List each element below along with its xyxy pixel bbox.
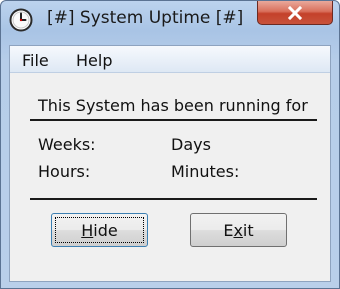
hide-button[interactable]: Hide xyxy=(51,213,148,247)
hours-label: Hours: xyxy=(38,162,91,181)
minutes-label: Minutes: xyxy=(171,162,240,181)
days-label: Days xyxy=(171,135,211,154)
divider-bottom xyxy=(30,198,317,200)
weeks-label: Weeks: xyxy=(38,135,96,154)
client-area: File Help This System has been running f… xyxy=(9,45,331,282)
title-bar[interactable]: [#] System Uptime [#] xyxy=(1,1,339,45)
close-button[interactable] xyxy=(257,1,333,25)
uptime-panel: This System has been running for Weeks: … xyxy=(10,73,330,281)
menu-bar: File Help xyxy=(10,46,330,73)
exit-label-rest: it xyxy=(242,220,254,240)
exit-button[interactable]: Exit xyxy=(190,213,287,247)
menu-file[interactable]: File xyxy=(22,51,49,70)
focus-ring xyxy=(55,217,144,243)
clock-icon[interactable] xyxy=(9,8,33,32)
exit-button-label: Exit xyxy=(223,221,253,240)
window-title: [#] System Uptime [#] xyxy=(47,8,244,28)
menu-help[interactable]: Help xyxy=(76,51,112,70)
exit-label-pre: E xyxy=(223,220,234,240)
divider-top xyxy=(30,119,317,121)
window-frame: [#] System Uptime [#] File Help This Sys… xyxy=(0,0,340,289)
close-icon xyxy=(287,5,303,20)
uptime-heading: This System has been running for xyxy=(38,96,308,115)
exit-mnemonic: x xyxy=(233,220,243,240)
